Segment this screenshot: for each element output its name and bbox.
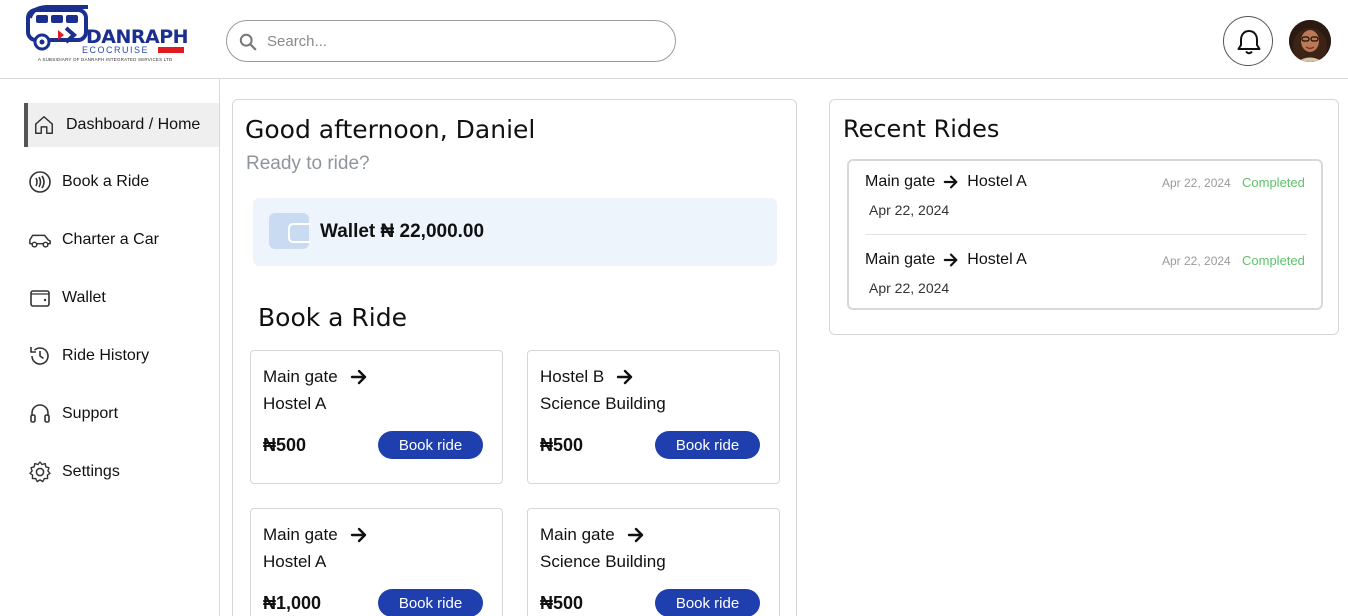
recent-rides-card: Recent Rides Main gate Hostel A Apr 22, … — [829, 99, 1339, 335]
sidebar-item-label: Support — [62, 405, 119, 422]
ride-option-card: Main gate Science Building ₦500 Book rid… — [527, 508, 780, 616]
logo-tagline: A SUBSIDIARY OF DANRAPH INTEGRATED SERVI… — [38, 57, 173, 62]
ride-option-card: Hostel B Science Building ₦500 Book ride — [527, 350, 780, 484]
book-ride-button[interactable]: Book ride — [655, 589, 760, 616]
arrow-right-icon — [350, 527, 366, 543]
wallet-icon — [269, 213, 311, 249]
home-icon — [32, 113, 56, 137]
book-ride-button[interactable]: Book ride — [655, 431, 760, 459]
logo-red-bar — [158, 47, 184, 53]
gear-icon — [28, 460, 52, 484]
recent-ride-item[interactable]: Main gate Hostel A Apr 22, 2024 Apr 22, … — [865, 239, 1307, 305]
notification-button[interactable] — [1223, 16, 1273, 66]
bell-icon — [1237, 30, 1261, 55]
arrow-right-icon — [350, 369, 366, 385]
search-input[interactable] — [267, 29, 657, 53]
arrow-right-icon — [943, 253, 958, 267]
arrow-right-icon — [617, 369, 633, 385]
book-ride-button[interactable]: Book ride — [378, 589, 483, 616]
sidebar-item-dashboard[interactable]: Dashboard / Home — [24, 103, 219, 147]
sidebar-item-label: Charter a Car — [62, 231, 159, 248]
ride-price: ₦1,000 — [263, 593, 322, 613]
recent-ride-from: Main gate — [865, 251, 936, 268]
recent-rides-heading: Recent Rides — [843, 115, 1000, 143]
status-badge: Completed — [1242, 175, 1305, 190]
book-ride-heading: Book a Ride — [258, 303, 407, 332]
user-avatar[interactable] — [1289, 20, 1331, 62]
ride-from: Hostel B — [540, 367, 605, 386]
recent-ride-item[interactable]: Main gate Hostel A Apr 22, 2024 Apr 22, … — [865, 161, 1307, 227]
ride-price: ₦500 — [263, 435, 307, 455]
contactless-icon — [28, 170, 52, 194]
wallet-balance: Wallet ₦ 22,000.00 — [320, 221, 485, 242]
sidebar-item-label: Book a Ride — [62, 173, 150, 190]
status-badge: Completed — [1242, 253, 1305, 268]
logo-sub-text: ECOCRUISE — [82, 45, 150, 55]
sidebar-item-label: Ride History — [62, 347, 150, 364]
book-ride-button[interactable]: Book ride — [378, 431, 483, 459]
sidebar-item-wallet[interactable]: Wallet — [24, 276, 219, 320]
recent-ride-date: Apr 22, 2024 — [869, 202, 950, 218]
danraph-logo[interactable]: DANRAPH ECOCRUISE A SUBSIDIARY OF DANRAP… — [24, 4, 189, 68]
ride-to: Science Building — [540, 552, 666, 571]
ride-price: ₦500 — [540, 435, 584, 455]
sidebar: Dashboard / Home Book a Ride Charter a C… — [0, 79, 220, 616]
search-icon — [239, 33, 257, 51]
wallet-icon — [28, 286, 52, 310]
greeting-heading: Good afternoon, Daniel — [245, 115, 536, 144]
sidebar-item-settings[interactable]: Settings — [24, 450, 219, 494]
ride-from: Main gate — [263, 367, 338, 386]
recent-ride-to: Hostel A — [967, 251, 1027, 268]
sidebar-item-support[interactable]: Support — [24, 392, 219, 436]
history-icon — [28, 344, 52, 368]
bus-logo-icon — [26, 5, 88, 51]
sidebar-item-label: Dashboard / Home — [66, 116, 201, 133]
car-icon — [28, 228, 52, 252]
headset-icon — [28, 402, 52, 426]
recent-ride-date: Apr 22, 2024 — [869, 280, 950, 296]
list-divider — [865, 234, 1307, 235]
avatar-image — [1289, 20, 1331, 62]
greeting-subtitle: Ready to ride? — [246, 153, 370, 174]
ride-option-card: Main gate Hostel A ₦500 Book ride — [250, 350, 503, 484]
sidebar-item-book-ride[interactable]: Book a Ride — [24, 160, 219, 204]
recent-rides-list: Main gate Hostel A Apr 22, 2024 Apr 22, … — [847, 159, 1323, 310]
ride-from: Main gate — [263, 525, 338, 544]
search-bar[interactable] — [226, 20, 676, 62]
sidebar-item-ride-history[interactable]: Ride History — [24, 334, 219, 378]
ride-to: Hostel A — [263, 552, 327, 571]
top-header: DANRAPH ECOCRUISE A SUBSIDIARY OF DANRAP… — [0, 0, 1348, 79]
ride-from: Main gate — [540, 525, 615, 544]
sidebar-item-label: Wallet — [62, 289, 106, 306]
ride-to: Science Building — [540, 394, 666, 413]
recent-ride-to: Hostel A — [967, 173, 1027, 190]
ride-to: Hostel A — [263, 394, 327, 413]
recent-ride-from: Main gate — [865, 173, 936, 190]
ride-price: ₦500 — [540, 593, 584, 613]
ride-option-card: Main gate Hostel A ₦1,000 Book ride — [250, 508, 503, 616]
arrow-right-icon — [943, 175, 958, 189]
sidebar-item-charter[interactable]: Charter a Car — [24, 218, 219, 262]
recent-ride-date-secondary: Apr 22, 2024 — [1162, 176, 1231, 190]
dashboard-card: Good afternoon, Daniel Ready to ride? Wa… — [232, 99, 797, 616]
recent-ride-date-secondary: Apr 22, 2024 — [1162, 254, 1231, 268]
wallet-balance-card[interactable]: Wallet ₦ 22,000.00 — [253, 198, 777, 266]
arrow-right-icon — [627, 527, 643, 543]
sidebar-item-label: Settings — [62, 463, 120, 480]
